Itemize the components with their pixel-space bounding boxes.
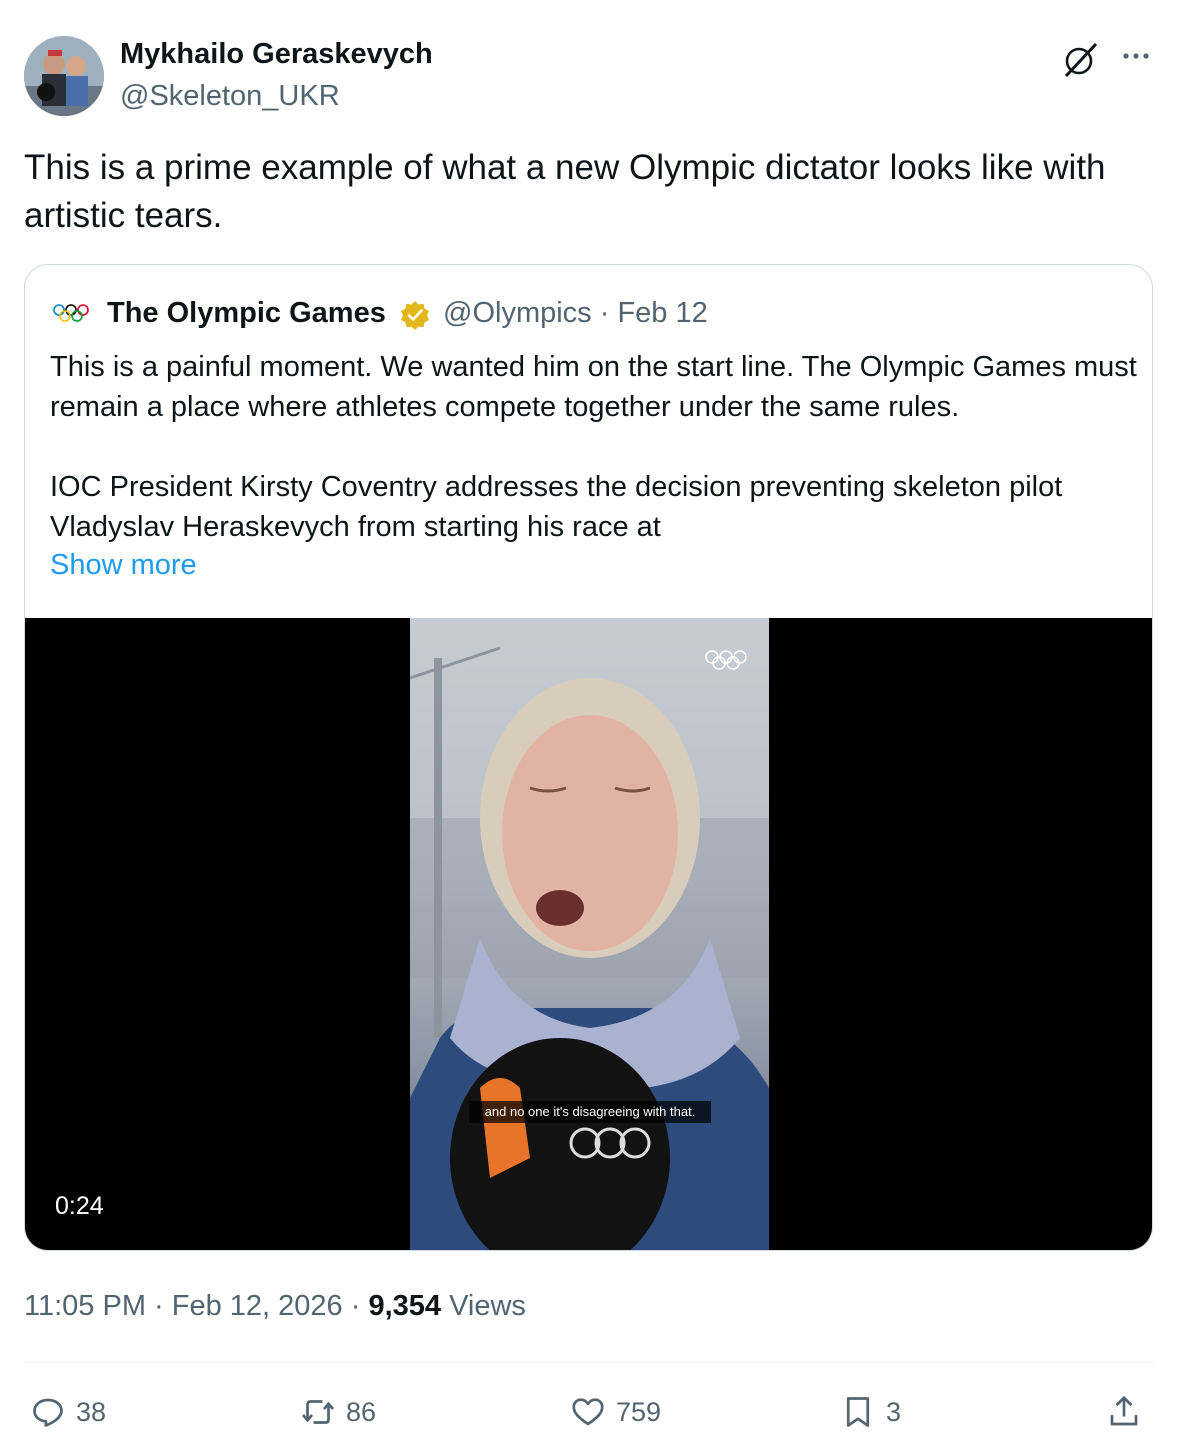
- reply-button[interactable]: 38: [30, 1392, 106, 1432]
- video-player[interactable]: and no one it's disagreeing with that. 0…: [25, 618, 1152, 1250]
- video-frame[interactable]: and no one it's disagreeing with that.: [410, 618, 769, 1250]
- divider: [24, 1362, 1154, 1363]
- tweet-meta: 11:05 PM · Feb 12, 2026 · 9,354 Views: [24, 1290, 526, 1323]
- olympic-rings-watermark-icon: [705, 650, 747, 670]
- repost-count: 86: [346, 1396, 377, 1427]
- repost-button[interactable]: 86: [300, 1392, 376, 1432]
- tweet-time[interactable]: 11:05 PM: [24, 1290, 146, 1322]
- tweet-date[interactable]: Feb 12, 2026: [172, 1290, 343, 1322]
- quote-meta: @Olympics · Feb 12: [443, 297, 708, 330]
- separator: ·: [599, 297, 610, 329]
- share-icon: [1110, 1395, 1138, 1426]
- tweet-text: This is a prime example of what a new Ol…: [24, 148, 1106, 235]
- more-icon[interactable]: [1116, 38, 1156, 78]
- views-count: 9,354: [368, 1290, 442, 1322]
- quote-paragraph: IOC President Kirsty Coventry addresses …: [50, 471, 1063, 543]
- like-count: 759: [616, 1396, 662, 1427]
- quote-paragraph: This is a painful moment. We wanted him …: [50, 351, 1137, 423]
- gold-verified-badge-icon: [401, 301, 429, 330]
- quote-text: This is a painful moment. We wanted him …: [50, 347, 1140, 587]
- author-handle[interactable]: @Skeleton_UKR: [120, 80, 340, 113]
- video-caption: and no one it's disagreeing with that.: [469, 1101, 711, 1123]
- olympic-rings-icon: [53, 304, 89, 322]
- quote-date[interactable]: Feb 12: [617, 297, 707, 329]
- repost-icon: [301, 1400, 335, 1424]
- bookmark-count: 3: [886, 1396, 902, 1427]
- author-name[interactable]: Mykhailo Geraskevych: [120, 38, 433, 71]
- bookmark-button[interactable]: 3: [840, 1392, 901, 1432]
- avatar[interactable]: [24, 36, 104, 116]
- video-thumbnail: [410, 646, 769, 1250]
- like-button[interactable]: 759: [570, 1392, 661, 1432]
- grok-icon[interactable]: [1060, 40, 1100, 80]
- separator: ·: [342, 1290, 369, 1322]
- video-duration: 0:24: [55, 1192, 104, 1220]
- share-button[interactable]: [1106, 1392, 1152, 1432]
- quote-author-name[interactable]: The Olympic Games: [107, 297, 386, 330]
- avatar-photo-icon: [24, 36, 104, 116]
- views-label: Views: [441, 1290, 526, 1322]
- heart-icon: [572, 1398, 604, 1426]
- reply-icon: [33, 1398, 63, 1427]
- bookmark-icon: [846, 1397, 870, 1427]
- separator: ·: [145, 1290, 172, 1322]
- quoted-tweet[interactable]: The Olympic Games @Olympics · Feb 12 Thi…: [24, 264, 1153, 1251]
- reply-count: 38: [76, 1396, 107, 1427]
- quote-handle[interactable]: @Olympics: [443, 297, 592, 329]
- show-more-link[interactable]: Show more: [50, 549, 197, 582]
